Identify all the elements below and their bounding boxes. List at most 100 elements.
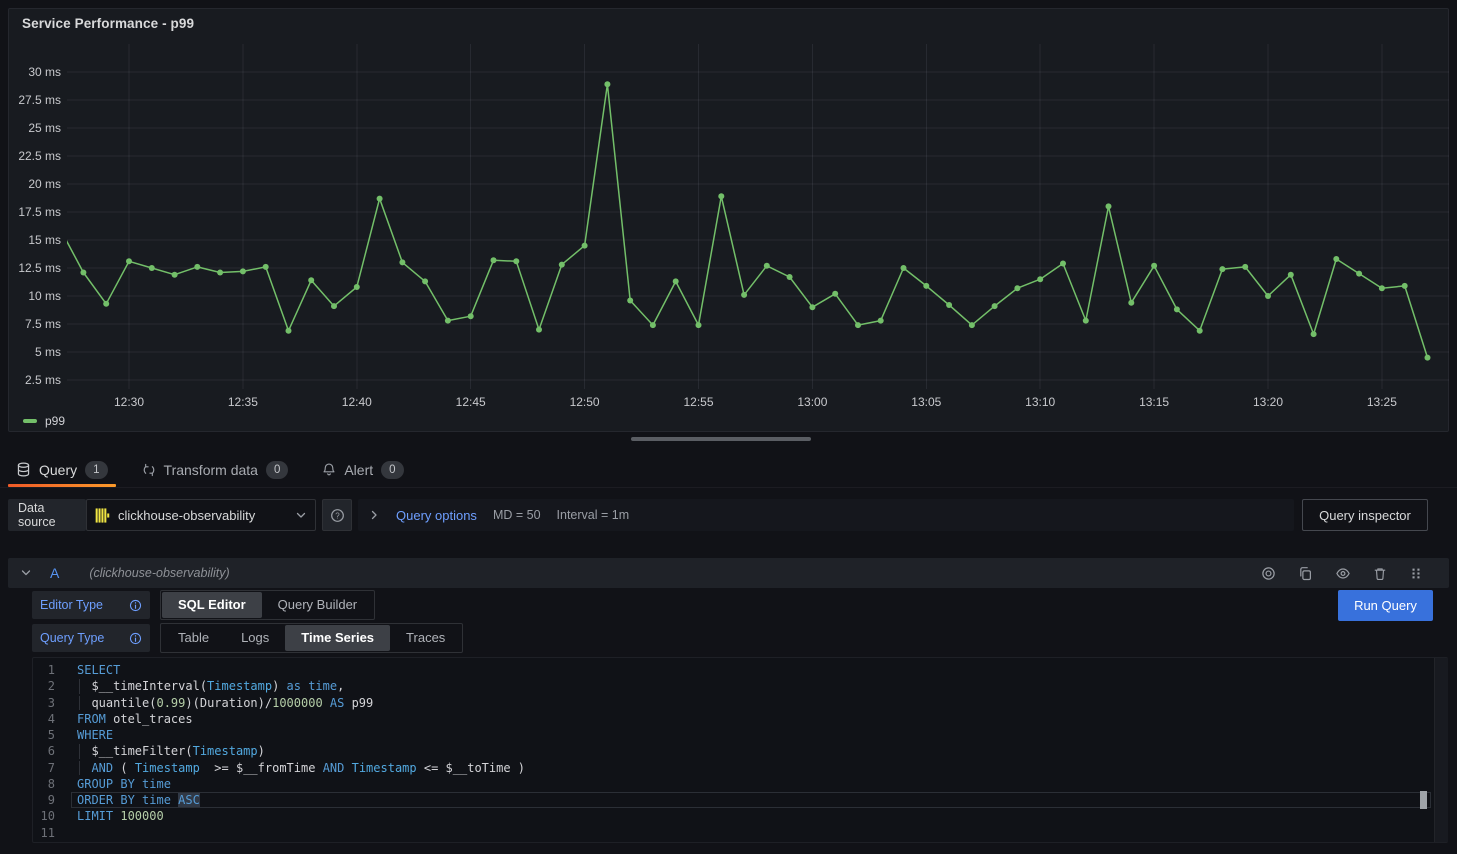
tab-bar: Query 1 Transform data 0 Alert 0 (0, 452, 1457, 488)
info-circle-icon[interactable] (129, 632, 142, 645)
y-axis-tick-label: 2.5 ms (9, 372, 61, 388)
y-axis-tick-label: 12.5 ms (9, 260, 61, 276)
series-point (1288, 272, 1294, 278)
query-type-option-logs[interactable]: Logs (225, 625, 285, 651)
series-point (718, 193, 724, 199)
code-line-7: 7 AND ( Timestamp >= $__fromTime AND Tim… (33, 760, 1447, 776)
series-point (1265, 293, 1271, 299)
question-circle-icon: ? (330, 508, 345, 523)
eye-icon[interactable] (1335, 566, 1351, 581)
series-point (832, 291, 838, 297)
series-point (787, 274, 793, 280)
query-type-segmented-control: TableLogsTime SeriesTraces (160, 623, 463, 653)
line-number: 10 (33, 808, 55, 824)
line-number: 11 (33, 825, 55, 841)
y-axis-tick-label: 22.5 ms (9, 148, 61, 164)
y-axis-tick-label: 7.5 ms (9, 316, 61, 332)
y-axis-tick-label: 25 ms (9, 120, 61, 136)
datasource-help-button[interactable]: ? (322, 499, 352, 531)
series-point (1060, 261, 1066, 267)
series-point (1379, 285, 1385, 291)
series-point (172, 272, 178, 278)
series-point (1356, 271, 1362, 277)
editor-type-row: Editor Type SQL EditorQuery Builder (32, 590, 375, 620)
sql-code-editor[interactable]: 1SELECT2 $__timeInterval(Timestamp) as t… (32, 657, 1448, 843)
panel-title: Service Performance - p99 (22, 16, 194, 31)
query-type-option-traces[interactable]: Traces (390, 625, 461, 651)
series-point (1219, 266, 1225, 272)
editor-type-label: Editor Type (32, 591, 150, 619)
query-type-row: Query Type TableLogsTime SeriesTraces (32, 623, 463, 653)
query-count-badge: 1 (85, 461, 107, 479)
series-point (240, 268, 246, 274)
datasource-picker[interactable]: clickhouse-observability (86, 499, 316, 531)
record-icon[interactable] (1261, 566, 1276, 581)
editor-type-option-sql-editor[interactable]: SQL Editor (162, 592, 262, 618)
series-line-p99 (67, 84, 1428, 357)
tab-alert[interactable]: Alert 0 (322, 452, 403, 487)
series-point (286, 328, 292, 334)
series-point (1242, 264, 1248, 270)
x-axis-tick-label: 12:30 (99, 395, 159, 409)
transform-icon (142, 463, 156, 477)
series-point (1425, 355, 1431, 361)
x-axis-tick-label: 13:25 (1352, 395, 1412, 409)
legend-label: p99 (45, 414, 65, 428)
tab-transform-data[interactable]: Transform data 0 (142, 452, 289, 487)
x-axis-tick-label: 12:40 (327, 395, 387, 409)
y-axis-tick-label: 17.5 ms (9, 204, 61, 220)
series-point (468, 313, 474, 319)
tab-label: Query (39, 462, 77, 478)
collapse-chevron-icon[interactable] (20, 567, 32, 579)
series-point (103, 301, 109, 307)
trash-icon[interactable] (1373, 566, 1387, 581)
series-point (445, 318, 451, 324)
series-point (1083, 318, 1089, 324)
query-type-option-time-series[interactable]: Time Series (285, 625, 390, 651)
series-point (1311, 331, 1317, 337)
code-line-8: 8GROUP BY time (33, 776, 1447, 792)
series-point (946, 302, 952, 308)
series-point (1402, 283, 1408, 289)
duplicate-icon[interactable] (1298, 566, 1313, 581)
x-axis-tick-label: 13:15 (1124, 395, 1184, 409)
legend-item-p99[interactable]: p99 (23, 414, 65, 428)
x-axis-tick-label: 13:20 (1238, 395, 1298, 409)
series-point (923, 283, 929, 289)
line-number: 7 (33, 760, 55, 776)
tab-label: Transform data (164, 462, 258, 478)
info-circle-icon[interactable] (129, 599, 142, 612)
y-axis-tick-label: 20 ms (9, 176, 61, 192)
line-number: 4 (33, 711, 55, 727)
query-datasource-hint: (clickhouse-observability) (89, 566, 229, 580)
series-point (992, 303, 998, 309)
query-inspector-button[interactable]: Query inspector (1302, 499, 1428, 531)
series-point (354, 284, 360, 290)
series-point (1128, 300, 1134, 306)
query-type-option-table[interactable]: Table (162, 625, 225, 651)
drag-handle-icon[interactable] (1409, 566, 1423, 581)
series-point (263, 264, 269, 270)
query-row-header[interactable]: A (clickhouse-observability) (8, 558, 1449, 588)
series-point (1014, 285, 1020, 291)
series-point (741, 292, 747, 298)
editor-scrollbar-gutter[interactable] (1434, 658, 1448, 842)
series-point (673, 278, 679, 284)
query-options-toggle[interactable]: Query options MD = 50 Interval = 1m (358, 499, 1294, 531)
line-number: 5 (33, 727, 55, 743)
series-point (559, 262, 565, 268)
tab-query[interactable]: Query 1 (16, 452, 108, 487)
x-axis-tick-label: 13:10 (1010, 395, 1070, 409)
y-axis-tick-label: 30 ms (9, 64, 61, 80)
series-point (217, 270, 223, 276)
query-row-actions (1261, 566, 1423, 581)
x-axis-tick-label: 12:50 (555, 395, 615, 409)
series-point (582, 243, 588, 249)
timeseries-chart[interactable] (67, 44, 1449, 397)
chevron-down-icon (295, 509, 307, 521)
editor-type-option-query-builder[interactable]: Query Builder (262, 592, 373, 618)
code-line-6: 6 $__timeFilter(Timestamp) (33, 743, 1447, 759)
run-query-button[interactable]: Run Query (1338, 590, 1433, 621)
datasource-value: clickhouse-observability (118, 508, 287, 523)
panel-resize-handle[interactable] (631, 437, 811, 441)
